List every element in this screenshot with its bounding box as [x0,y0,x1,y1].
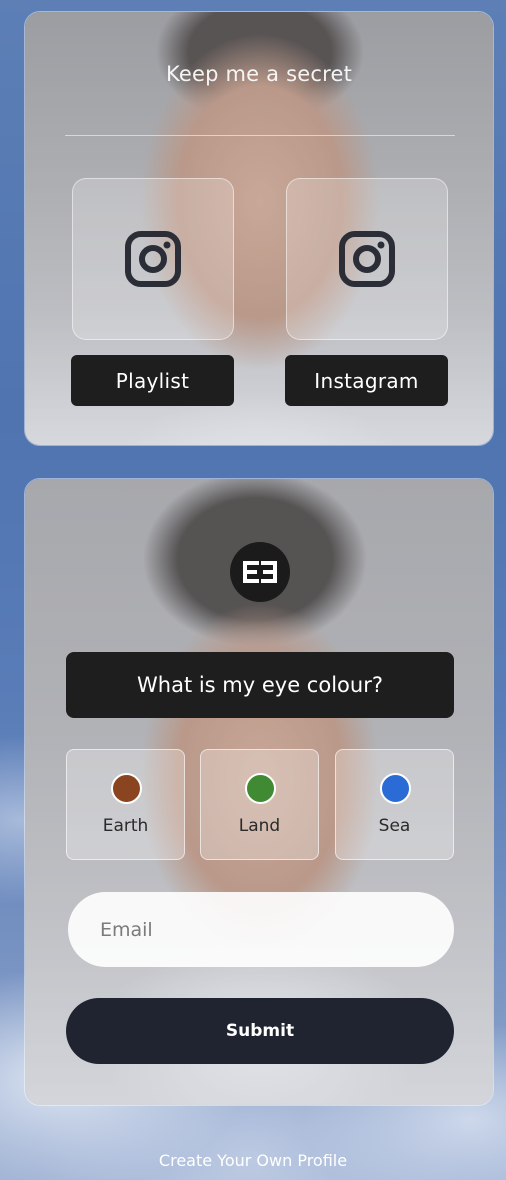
option-label: Earth [102,816,149,836]
option-sea[interactable]: Sea [335,749,454,860]
card-title: Keep me a secret [165,62,353,86]
color-swatch-sea [380,773,411,804]
profile-card: Keep me a secret Playlist Instagram [24,11,494,446]
submit-button[interactable]: Submit [66,998,454,1064]
playlist-button[interactable]: Playlist [71,355,234,406]
instagram-button[interactable]: Instagram [285,355,448,406]
option-earth[interactable]: Earth [66,749,185,860]
instagram-icon [125,231,181,287]
create-profile-link[interactable]: Create Your Own Profile [0,1151,506,1170]
option-land[interactable]: Land [200,749,319,860]
email-field[interactable] [68,892,454,967]
ee-logo-icon [243,561,277,583]
brand-logo [230,542,290,602]
divider [65,135,455,136]
instagram-tile[interactable] [286,178,448,340]
instagram-icon [339,231,395,287]
quiz-question: What is my eye colour? [66,652,454,718]
playlist-tile[interactable] [72,178,234,340]
option-label: Sea [378,816,411,836]
quiz-card: What is my eye colour? Earth Land Sea Su… [24,478,494,1106]
color-swatch-earth [111,773,142,804]
color-swatch-land [245,773,276,804]
option-label: Land [238,816,281,836]
